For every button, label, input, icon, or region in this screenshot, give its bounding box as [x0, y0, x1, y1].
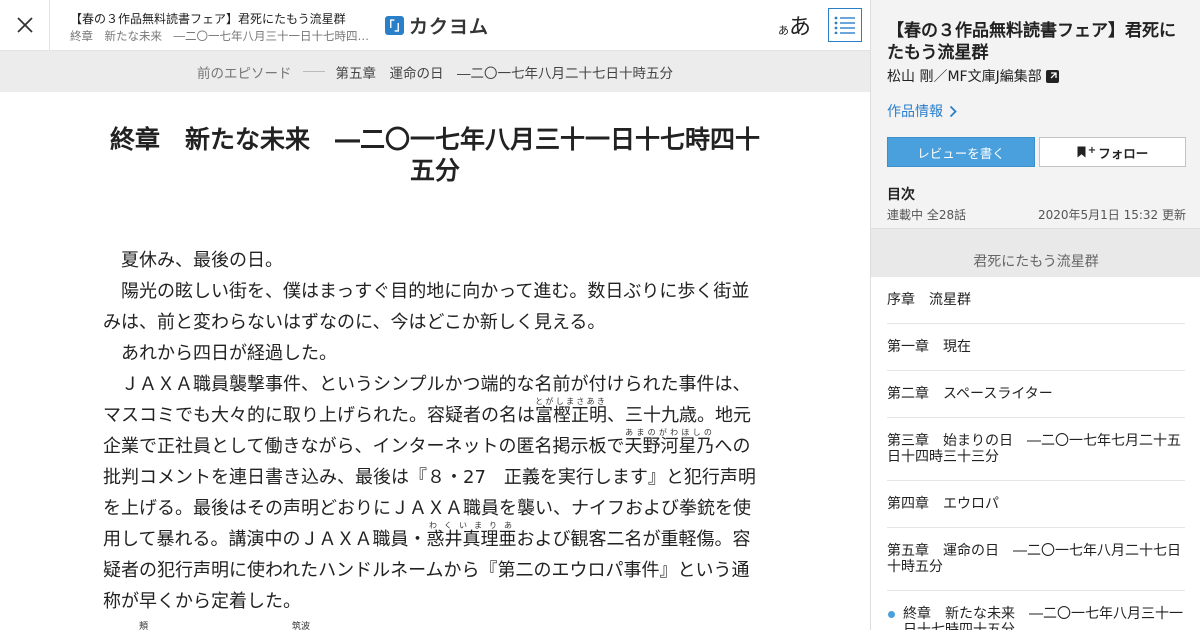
work-info-link[interactable]: 作品情報 [887, 101, 957, 121]
toc-item[interactable]: 第一章 現在 [887, 324, 1185, 371]
nav-divider-line [302, 71, 325, 72]
toc-item[interactable]: 第三章 始まりの日 ―二〇一七年七月二十五日十四時三十三分 [887, 418, 1185, 481]
ruby-reading: あまのがわほしの [624, 428, 715, 437]
ruby-reading: わくいまりあ [426, 521, 517, 530]
work-info-label: 作品情報 [887, 104, 943, 120]
logo-mark: 「」 [383, 16, 407, 35]
follow-plus: + [1087, 144, 1097, 156]
episode-title: 終章 新たな未来 ―二〇一七年八月三十一日十七時四十 五分 [100, 124, 770, 186]
follow-button[interactable]: + フォロー [1039, 137, 1186, 167]
work-sidebar: 【春の３作品無料読書フェア】君死にたもう流星群 松山 剛／MF文庫J編集部 作品… [870, 0, 1200, 630]
episode-nav-bar: 前のエピソード 第五章 運命の日 ―二〇一七年八月二十七日十時五分 [0, 51, 870, 92]
toc-item-label: 終章 新たな未来 ―二〇一七年八月三十一日十七時四十五分 [903, 606, 1183, 630]
toc-item-current[interactable]: 終章 新たな未来 ―二〇一七年八月三十一日十七時四十五分 [887, 591, 1185, 630]
chevron-right-icon [949, 105, 957, 117]
toc-group-title: 君死にたもう流星群 [871, 229, 1200, 277]
font-size-small-glyph: あ [778, 24, 789, 37]
toc-item-label: 第三章 始まりの日 ―二〇一七年七月二十五日十四時三十三分 [887, 433, 1181, 465]
ruby-name: 天野河星乃あまのがわほしの [624, 428, 715, 457]
toc-item[interactable]: 第五章 運命の日 ―二〇一七年八月二十七日十時五分 [887, 528, 1185, 591]
ruby-base: 天野河星乃 [624, 436, 715, 457]
ruby-name: 富樫正明とがしまさあき [535, 397, 607, 426]
toc-item[interactable]: 序章 流星群 [887, 277, 1185, 324]
ruby-base: 惑井真理亜 [426, 529, 517, 550]
list-icon [834, 16, 855, 34]
paragraph: ＪＡＸＡ職員襲撃事件、というシンプルかつ端的な名前が付けられた事件は、マスコミで… [103, 369, 763, 617]
ruby-reading: とがしまさあき [535, 397, 607, 406]
close-button[interactable] [0, 0, 50, 50]
font-size-big-glyph: あ [789, 15, 812, 40]
paragraph: 頬 筑波 [103, 622, 311, 630]
header-episode-title: 終章 新たな未来 ―二〇一七年八月三十一日十七時四十… [70, 29, 375, 43]
author-name: 松山 剛／MF文庫J編集部 [887, 69, 1042, 85]
updated-date: 2020年5月1日 15:32 更新 [1037, 208, 1186, 222]
header-titles: 【春の３作品無料読書フェア】君死にたもう流星群 終章 新たな未来 ―二〇一七年八… [70, 11, 375, 44]
current-episode-dot [888, 611, 895, 618]
toc-toggle-button[interactable] [828, 8, 862, 42]
ruby-name: 惑井真理亜わくいまりあ [426, 521, 517, 550]
episode-body: 夏休み、最後の日。 陽光の眩しい街を、僕はまっすぐ目的地に向かって進む。数日ぶり… [103, 245, 763, 630]
toc-meta: 連載中 全28話 2020年5月1日 15:32 更新 [887, 206, 1186, 223]
toc-item-label: 第一章 現在 [887, 339, 971, 355]
top-header: 【春の３作品無料読書フェア】君死にたもう流星群 終章 新たな未来 ―二〇一七年八… [0, 0, 870, 51]
bookmark-icon [1077, 146, 1086, 158]
sidebar-work-title[interactable]: 【春の３作品無料読書フェア】君死にたもう流星群 [887, 20, 1187, 64]
toc-item-label: 第二章 スペースライター [887, 386, 1053, 402]
kakuyomu-logo[interactable]: 「」 カクヨム [383, 12, 490, 39]
ruby-base: 富樫正明 [535, 405, 607, 426]
header-work-title[interactable]: 【春の３作品無料読書フェア】君死にたもう流星群 [70, 11, 375, 27]
paragraph: 陽光の眩しい街を、僕はまっすぐ目的地に向かって進む。数日ぶりに歩く街並みは、前と… [103, 281, 750, 333]
toc-item[interactable]: 第二章 スペースライター [887, 371, 1185, 418]
toc-item-label: 第四章 エウロパ [887, 496, 999, 512]
prev-episode-link[interactable]: 前のエピソード [197, 62, 292, 82]
reading-area: 終章 新たな未来 ―二〇一七年八月三十一日十七時四十 五分 夏休み、最後の日。 … [0, 92, 870, 630]
font-size-button[interactable]: あ あ [778, 9, 811, 41]
toc-list: 序章 流星群 第一章 現在 第二章 スペースライター 第三章 始まりの日 ―二〇… [871, 277, 1200, 630]
logo-text: カクヨム [409, 16, 490, 38]
episode-title-line2: 五分 [409, 156, 460, 185]
sidebar-author[interactable]: 松山 剛／MF文庫J編集部 [887, 66, 1059, 86]
prev-episode-title[interactable]: 第五章 運命の日 ―二〇一七年八月二十七日十時五分 [336, 62, 674, 82]
toc-item-label: 序章 流星群 [887, 292, 971, 308]
serial-status: 連載中 全28話 [887, 208, 967, 222]
toc-item[interactable]: 第四章 エウロパ [887, 481, 1185, 528]
follow-label: フォロー [1098, 145, 1149, 161]
toc-heading: 目次 [887, 187, 915, 203]
episode-title-line1: 終章 新たな未来 ―二〇一七年八月三十一日十七時四十 [109, 125, 760, 154]
paragraph: 夏休み、最後の日。 [103, 250, 283, 271]
paragraph: あれから四日が経過した。 [103, 343, 337, 364]
close-icon [16, 17, 33, 33]
write-review-button[interactable]: レビューを書く [887, 137, 1035, 167]
toc-item-label: 第五章 運命の日 ―二〇一七年八月二十七日十時五分 [887, 543, 1181, 575]
external-link-icon [1045, 69, 1059, 83]
